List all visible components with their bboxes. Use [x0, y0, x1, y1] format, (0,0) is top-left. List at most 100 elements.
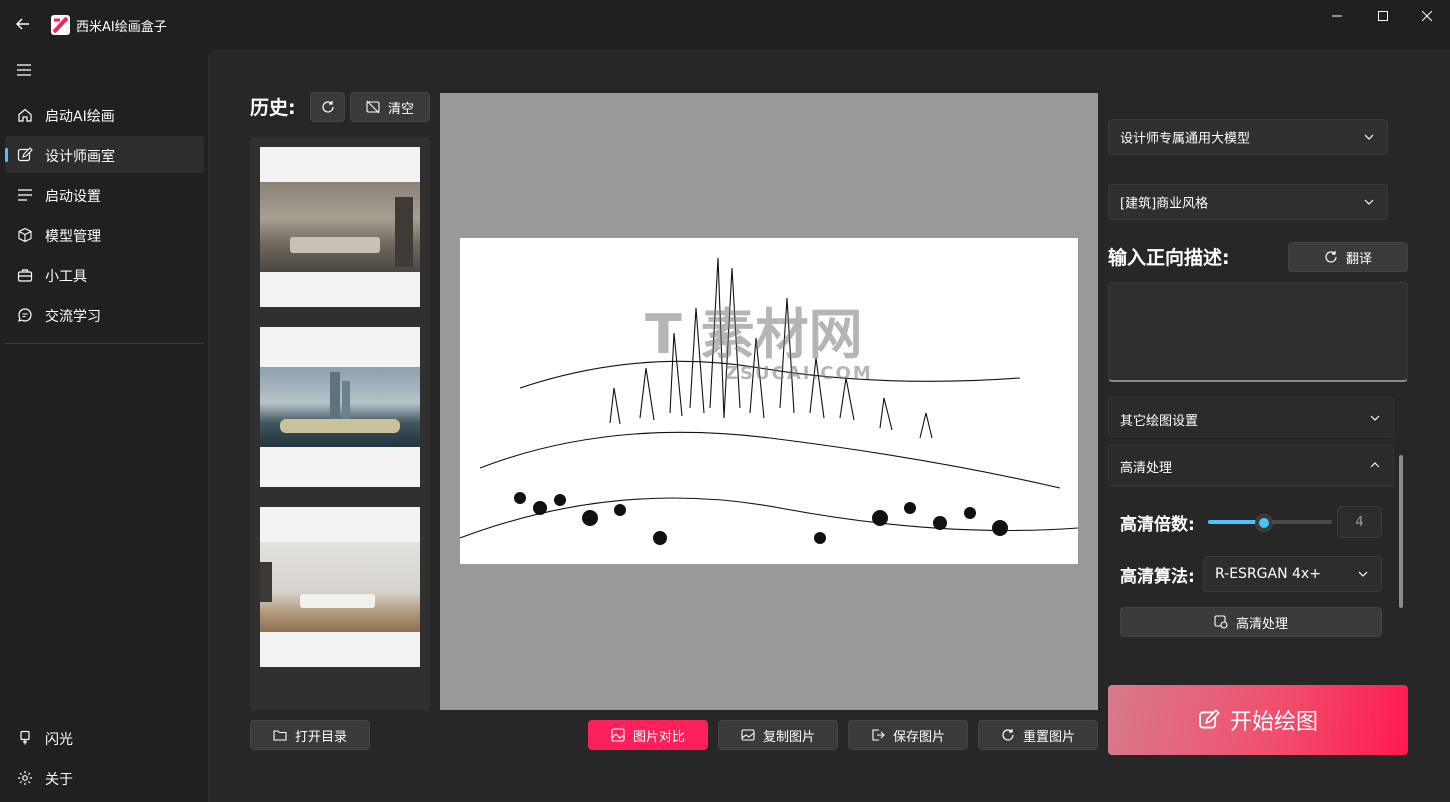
sidebar-item-label: 交流学习 [45, 309, 101, 325]
sidebar-divider [5, 343, 204, 344]
sidebar-item-label: 闪光 [45, 732, 73, 748]
open-folder-label: 打开目录 [294, 729, 347, 745]
save-image-button[interactable]: 保存图片 [848, 720, 968, 750]
chevron-down-icon [1364, 199, 1374, 205]
home-icon [18, 108, 32, 122]
sidebar-item-label: 启动设置 [45, 189, 101, 205]
sidebar-item-label: 关于 [45, 772, 73, 788]
open-folder-button[interactable]: 打开目录 [250, 720, 370, 750]
gear-icon [18, 771, 32, 785]
hd-algorithm-value: R-ESRGAN 4x+ [1215, 566, 1321, 582]
sidebar-item-tools[interactable]: 小工具 [5, 256, 204, 293]
edit-icon [1199, 709, 1220, 729]
image-enhance-icon [1214, 615, 1228, 629]
other-settings-header[interactable]: 其它绘图设置 [1109, 398, 1393, 438]
export-icon [872, 729, 885, 741]
living-room-image [260, 182, 420, 272]
hd-processing-expander[interactable]: 高清处理 [1108, 444, 1394, 486]
style-select-value: [建筑]商业风格 [1120, 196, 1209, 212]
reset-image-button[interactable]: 重置图片 [978, 720, 1098, 750]
model-select[interactable]: 设计师专属通用大模型 [1108, 119, 1388, 155]
image-icon [741, 729, 755, 741]
refresh-history-button[interactable] [310, 92, 345, 122]
hd-processing-header[interactable]: 高清处理 [1109, 445, 1393, 485]
hd-algorithm-select[interactable]: R-ESRGAN 4x+ [1203, 556, 1382, 592]
watermark-sub: ZSUCAI.COM [725, 363, 873, 384]
sidebar: 启动AI绘画 设计师画室 启动设置 模型管理 小工具 交流学习 闪光 关于 [0, 50, 208, 802]
app-title: 西米AI绘画盒子 [76, 20, 167, 35]
sidebar-item-model-management[interactable]: 模型管理 [5, 216, 204, 253]
close-button[interactable] [1404, 0, 1450, 32]
app-logo [51, 15, 70, 35]
image-compare-icon [611, 728, 625, 742]
watermark-main: T 素材网 [645, 303, 863, 366]
hd-processing-title: 高清处理 [1120, 461, 1173, 476]
sidebar-item-community[interactable]: 交流学习 [5, 296, 204, 333]
sidebar-item-label: 启动AI绘画 [45, 109, 115, 125]
title-bar: 西米AI绘画盒子 [0, 0, 1450, 50]
maximize-icon [1378, 11, 1388, 21]
sidebar-item-designer-studio[interactable]: 设计师画室 [5, 136, 204, 173]
maximize-button[interactable] [1360, 0, 1406, 32]
compare-image-button[interactable]: 图片对比 [588, 720, 708, 750]
chevron-down-icon [1364, 134, 1374, 140]
bedroom-image [260, 542, 420, 632]
hd-process-label: 高清处理 [1235, 616, 1288, 632]
list-icon [18, 189, 32, 201]
hd-scale-label: 高清倍数: [1120, 515, 1195, 535]
arrow-left-icon [16, 18, 29, 30]
hd-scale-slider-thumb[interactable] [1255, 515, 1272, 531]
compare-image-label: 图片对比 [632, 729, 685, 745]
sidebar-item-label: 小工具 [45, 269, 87, 285]
copy-image-button[interactable]: 复制图片 [718, 720, 838, 750]
sidebar-item-about[interactable]: 关于 [5, 759, 204, 796]
hd-scale-input[interactable]: 4 [1337, 506, 1382, 538]
history-title: 历史: [250, 97, 296, 119]
translate-label: 翻译 [1345, 251, 1372, 267]
back-button[interactable] [8, 9, 38, 39]
hamburger-icon [17, 64, 31, 76]
hd-process-button[interactable]: 高清处理 [1120, 607, 1382, 637]
edit-icon [17, 147, 33, 162]
minimize-button[interactable] [1314, 0, 1360, 32]
menu-toggle-button[interactable] [10, 58, 38, 82]
refresh-icon [1002, 729, 1014, 741]
refresh-icon [1325, 251, 1337, 263]
style-select[interactable]: [建筑]商业风格 [1108, 184, 1388, 220]
translate-button[interactable]: 翻译 [1288, 242, 1408, 272]
sidebar-item-start-ai[interactable]: 启动AI绘画 [5, 96, 204, 133]
other-settings-expander[interactable]: 其它绘图设置 [1108, 397, 1394, 437]
reset-image-label: 重置图片 [1022, 729, 1075, 745]
toolbox-icon [17, 269, 33, 282]
sidebar-item-launch-settings[interactable]: 启动设置 [5, 176, 204, 213]
sidebar-item-label: 模型管理 [45, 229, 101, 245]
other-settings-title: 其它绘图设置 [1120, 414, 1199, 429]
no-image-icon [366, 100, 380, 114]
city-skyline-image [260, 367, 420, 447]
model-select-value: 设计师专属通用大模型 [1120, 131, 1251, 147]
history-thumbnail[interactable] [260, 147, 420, 307]
cube-icon [18, 227, 32, 243]
start-drawing-button[interactable]: 开始绘图 [1108, 685, 1408, 755]
architecture-sketch-image: T 素材网 ZSUCAI.COM [460, 238, 1078, 564]
save-image-label: 保存图片 [892, 729, 945, 745]
minimize-icon [1332, 15, 1342, 17]
close-icon [1422, 11, 1432, 21]
prompt-textarea[interactable] [1108, 282, 1408, 382]
history-thumbnail[interactable] [260, 327, 420, 487]
history-list [250, 137, 430, 710]
sidebar-item-flash[interactable]: 闪光 [5, 719, 204, 756]
prompt-label: 输入正向描述: [1108, 247, 1230, 269]
image-preview: T 素材网 ZSUCAI.COM [440, 93, 1098, 710]
chevron-up-icon [1370, 462, 1380, 468]
right-panel-scrollbar[interactable] [1399, 455, 1403, 608]
start-drawing-label: 开始绘图 [1229, 710, 1318, 735]
clear-history-label: 清空 [387, 101, 414, 117]
refresh-icon [321, 101, 334, 113]
chevron-down-icon [1370, 415, 1380, 421]
chat-icon [18, 308, 32, 322]
history-thumbnail[interactable] [260, 507, 420, 667]
copy-image-label: 复制图片 [762, 729, 815, 745]
folder-icon [273, 730, 287, 741]
clear-history-button[interactable]: 清空 [350, 92, 430, 122]
